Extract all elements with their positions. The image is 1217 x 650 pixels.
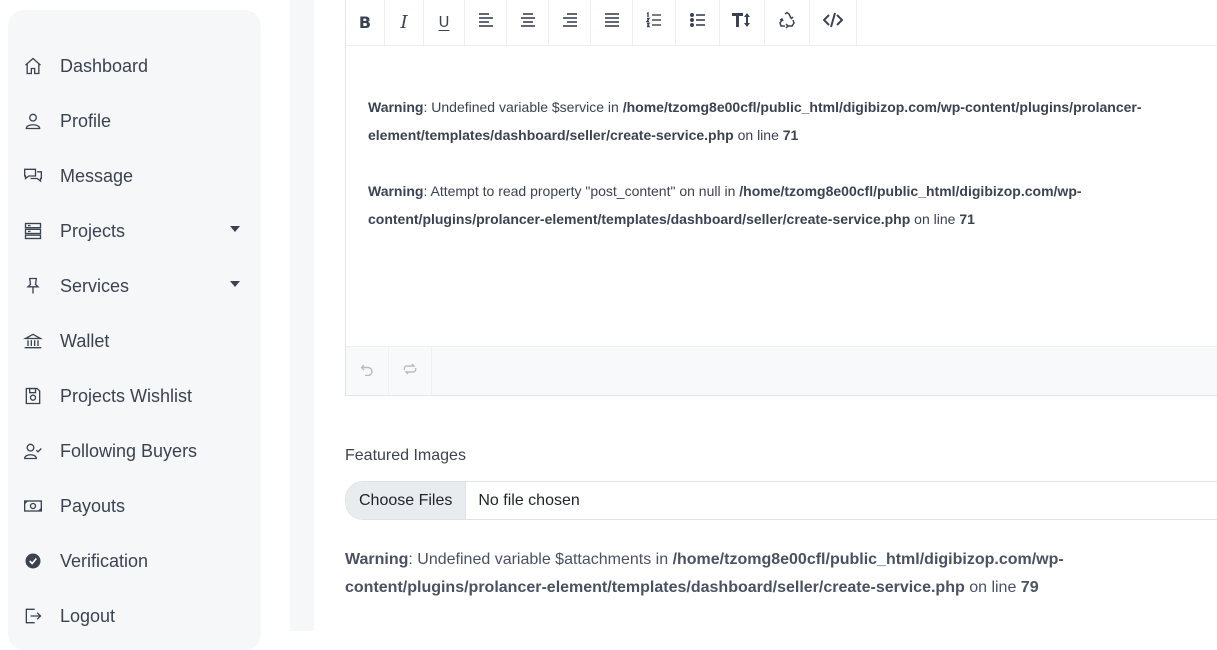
sidebar-item-label: Wallet: [60, 330, 110, 351]
text-size-button[interactable]: [720, 0, 765, 45]
warning-message: : Undefined variable $attachments in: [408, 551, 673, 568]
sidebar-item-message[interactable]: Message: [22, 160, 252, 192]
underline-button[interactable]: U: [424, 0, 465, 45]
align-justify-icon: [603, 11, 621, 34]
italic-icon: I: [400, 11, 408, 33]
ordered-list-button[interactable]: [633, 0, 676, 45]
chat-icon: [22, 165, 44, 187]
undo-button[interactable]: [346, 347, 389, 395]
server-icon: [22, 220, 44, 242]
warning-label: Warning: [368, 99, 424, 115]
php-warning: Warning: Undefined variable $service in …: [368, 93, 1198, 149]
sidebar-item-label: Profile: [60, 110, 112, 131]
bold-button[interactable]: B: [346, 0, 385, 45]
redo-icon: [403, 362, 417, 381]
undo-icon: [360, 362, 374, 381]
verified-check-icon: [22, 550, 44, 572]
sidebar-item-label: Services: [60, 275, 130, 296]
sidebar-item-projects-wishlist[interactable]: Projects Wishlist: [22, 380, 252, 412]
text-size-icon: [731, 11, 753, 34]
underline-icon: U: [438, 13, 450, 31]
featured-images-label: Featured Images: [345, 447, 466, 464]
clear-format-button[interactable]: [765, 0, 810, 45]
bullet-list-button[interactable]: [676, 0, 720, 45]
warning-message: : Undefined variable $service in: [423, 99, 623, 115]
sidebar-item-services[interactable]: Services: [22, 270, 252, 302]
warning-line-number: 71: [959, 211, 975, 227]
sidebar-item-logout[interactable]: Logout: [22, 600, 252, 632]
align-center-button[interactable]: [507, 0, 549, 45]
bold-icon: B: [358, 12, 372, 32]
file-status-text: No file chosen: [478, 491, 580, 509]
align-right-button[interactable]: [549, 0, 591, 45]
editor-history-bar: [346, 346, 1217, 395]
recycle-icon: [778, 11, 796, 34]
align-left-button[interactable]: [465, 0, 507, 45]
sidebar-item-wallet[interactable]: Wallet: [22, 325, 252, 357]
home-icon: [22, 55, 44, 77]
sidebar-item-label: Payouts: [60, 495, 126, 516]
user-icon: [22, 110, 44, 132]
warning-line-text: on line: [964, 579, 1021, 596]
sidebar-item-label: Message: [60, 165, 134, 186]
pin-icon: [22, 275, 44, 297]
sidebar-item-following-buyers[interactable]: Following Buyers: [22, 435, 252, 467]
bank-icon: [22, 330, 44, 352]
chevron-down-icon[interactable]: [230, 281, 240, 287]
editor-toolbar: B I U: [346, 0, 1217, 46]
sidebar-item-label: Dashboard: [60, 55, 149, 76]
php-warning-attachments: Warning: Undefined variable $attachments…: [345, 546, 1195, 602]
sidebar-item-label: Logout: [60, 605, 116, 626]
align-center-icon: [519, 11, 537, 34]
italic-button[interactable]: I: [385, 0, 424, 45]
align-left-icon: [477, 11, 495, 34]
chevron-down-icon[interactable]: [230, 226, 240, 232]
logout-icon: [22, 605, 44, 627]
warning-line-text: on line: [910, 211, 960, 227]
content-gutter: [290, 0, 314, 631]
code-icon: [822, 11, 844, 34]
sidebar-item-label: Projects Wishlist: [60, 385, 193, 406]
justify-button[interactable]: [591, 0, 633, 45]
ordered-list-icon: [645, 11, 663, 34]
warning-line-text: on line: [733, 127, 783, 143]
warning-line-number: 71: [782, 127, 799, 143]
rich-text-editor: B I U Warning: Undefined variable $servi…: [345, 0, 1217, 396]
sidebar-item-label: Following Buyers: [60, 440, 198, 461]
redo-button[interactable]: [389, 347, 432, 395]
warning-label: Warning: [368, 183, 424, 199]
save-icon: [22, 385, 44, 407]
sidebar-item-profile[interactable]: Profile: [22, 105, 252, 137]
user-check-icon: [22, 440, 44, 462]
choose-files-button[interactable]: Choose Files: [346, 482, 467, 519]
code-view-button[interactable]: [810, 0, 857, 45]
sidebar-item-verification[interactable]: Verification: [22, 545, 252, 577]
sidebar-item-projects[interactable]: Projects: [22, 215, 252, 247]
warning-line-number: 79: [1020, 579, 1039, 596]
money-icon: [22, 495, 44, 517]
sidebar: Dashboard Profile Message Projects Servi…: [8, 10, 261, 650]
align-right-icon: [561, 11, 579, 34]
editor-content[interactable]: Warning: Undefined variable $service in …: [368, 93, 1198, 261]
sidebar-item-dashboard[interactable]: Dashboard: [22, 50, 252, 82]
php-warning: Warning: Attempt to read property "post_…: [368, 177, 1198, 233]
sidebar-item-label: Projects: [60, 220, 126, 241]
sidebar-item-label: Verification: [60, 550, 149, 571]
bullet-list-icon: [689, 11, 707, 34]
warning-message: : Attempt to read property "post_content…: [423, 183, 740, 199]
featured-images-file-input[interactable]: Choose Files No file chosen: [345, 481, 1217, 520]
warning-label: Warning: [345, 551, 409, 568]
sidebar-item-payouts[interactable]: Payouts: [22, 490, 252, 522]
